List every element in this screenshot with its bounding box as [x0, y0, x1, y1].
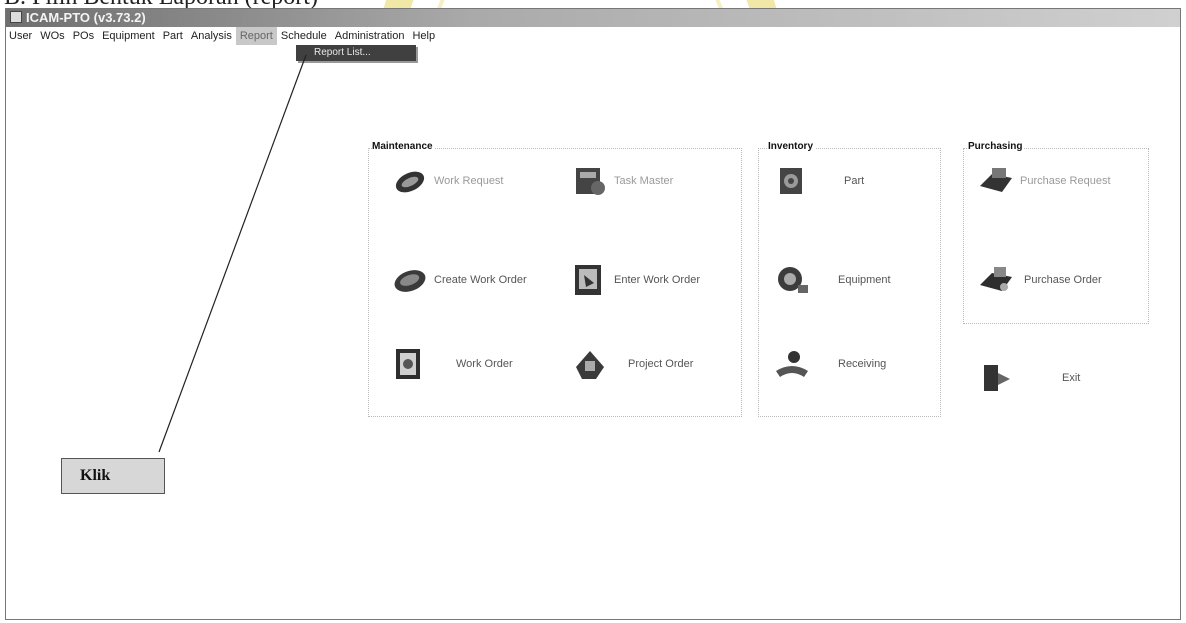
menu-help[interactable]: Help	[408, 27, 439, 45]
purchase-order-button[interactable]: Purchase Order	[978, 263, 1102, 297]
work-order-label: Work Order	[456, 358, 513, 370]
equipment-button[interactable]: Equipment	[774, 263, 891, 297]
purchase-request-button[interactable]: Purchase Request	[978, 164, 1111, 198]
project-order-icon	[576, 351, 604, 379]
window-title: ICAM-PTO (v3.73.2)	[26, 10, 146, 25]
purchase-order-icon	[980, 267, 1012, 291]
purchasing-title: Purchasing	[968, 141, 1025, 152]
work-request-button[interactable]: Work Request	[392, 164, 504, 198]
task-master-label: Task Master	[614, 175, 674, 187]
purchase-order-label: Purchase Order	[1024, 274, 1102, 286]
purchase-request-icon	[980, 168, 1012, 192]
create-work-order-label: Create Work Order	[434, 274, 527, 286]
exit-button[interactable]: Exit	[978, 361, 1080, 395]
menu-wos[interactable]: WOs	[36, 27, 68, 45]
menu-part[interactable]: Part	[159, 27, 187, 45]
project-order-label: Project Order	[628, 358, 694, 370]
menu-schedule[interactable]: Schedule	[277, 27, 331, 45]
inventory-title: Inventory	[768, 141, 816, 152]
project-order-button[interactable]: Project Order	[572, 347, 693, 381]
enter-work-order-label: Enter Work Order	[614, 274, 700, 286]
work-order-button[interactable]: Work Order	[392, 347, 513, 381]
part-icon	[780, 168, 802, 194]
menu-equipment[interactable]: Equipment	[98, 27, 159, 45]
menu-report[interactable]: Report	[235, 27, 277, 45]
enter-work-order-icon	[575, 265, 601, 295]
menu-analysis[interactable]: Analysis	[187, 27, 236, 45]
part-button[interactable]: Part	[774, 164, 864, 198]
part-label: Part	[844, 175, 865, 187]
task-master-icon	[576, 168, 605, 195]
task-master-button[interactable]: Task Master	[572, 164, 673, 198]
report-list-menu-item[interactable]: Report List...	[296, 45, 416, 61]
create-work-order-button[interactable]: Create Work Order	[392, 263, 527, 297]
equipment-icon	[778, 267, 808, 293]
purchase-request-label: Purchase Request	[1020, 175, 1111, 187]
work-request-icon	[395, 171, 425, 193]
app-icon	[10, 11, 22, 23]
receiving-icon	[776, 351, 808, 377]
work-request-label: Work Request	[434, 175, 504, 187]
create-work-order-icon	[394, 270, 426, 292]
maintenance-title: Maintenance	[372, 141, 435, 152]
menu-administration[interactable]: Administration	[331, 27, 409, 45]
app-window: ICAM-PTO (v3.73.2) User WOs POs Equipment Pa…	[5, 8, 1181, 620]
exit-label: Exit	[1062, 372, 1081, 384]
receiving-label: Receiving	[838, 358, 887, 370]
work-order-icon	[396, 349, 420, 379]
receiving-button[interactable]: Receiving	[774, 347, 886, 381]
menu-pos[interactable]: POs	[69, 27, 98, 45]
menu-user[interactable]: User	[6, 27, 36, 45]
klik-callout: Klik	[61, 458, 165, 494]
menu-bar: User WOs POs Equipment Part Analysis Report Sch…	[6, 27, 1180, 45]
enter-work-order-button[interactable]: Enter Work Order	[572, 263, 700, 297]
equipment-label: Equipment	[838, 274, 891, 286]
exit-icon	[984, 365, 1010, 391]
title-bar: ICAM-PTO (v3.73.2)	[6, 9, 1180, 27]
